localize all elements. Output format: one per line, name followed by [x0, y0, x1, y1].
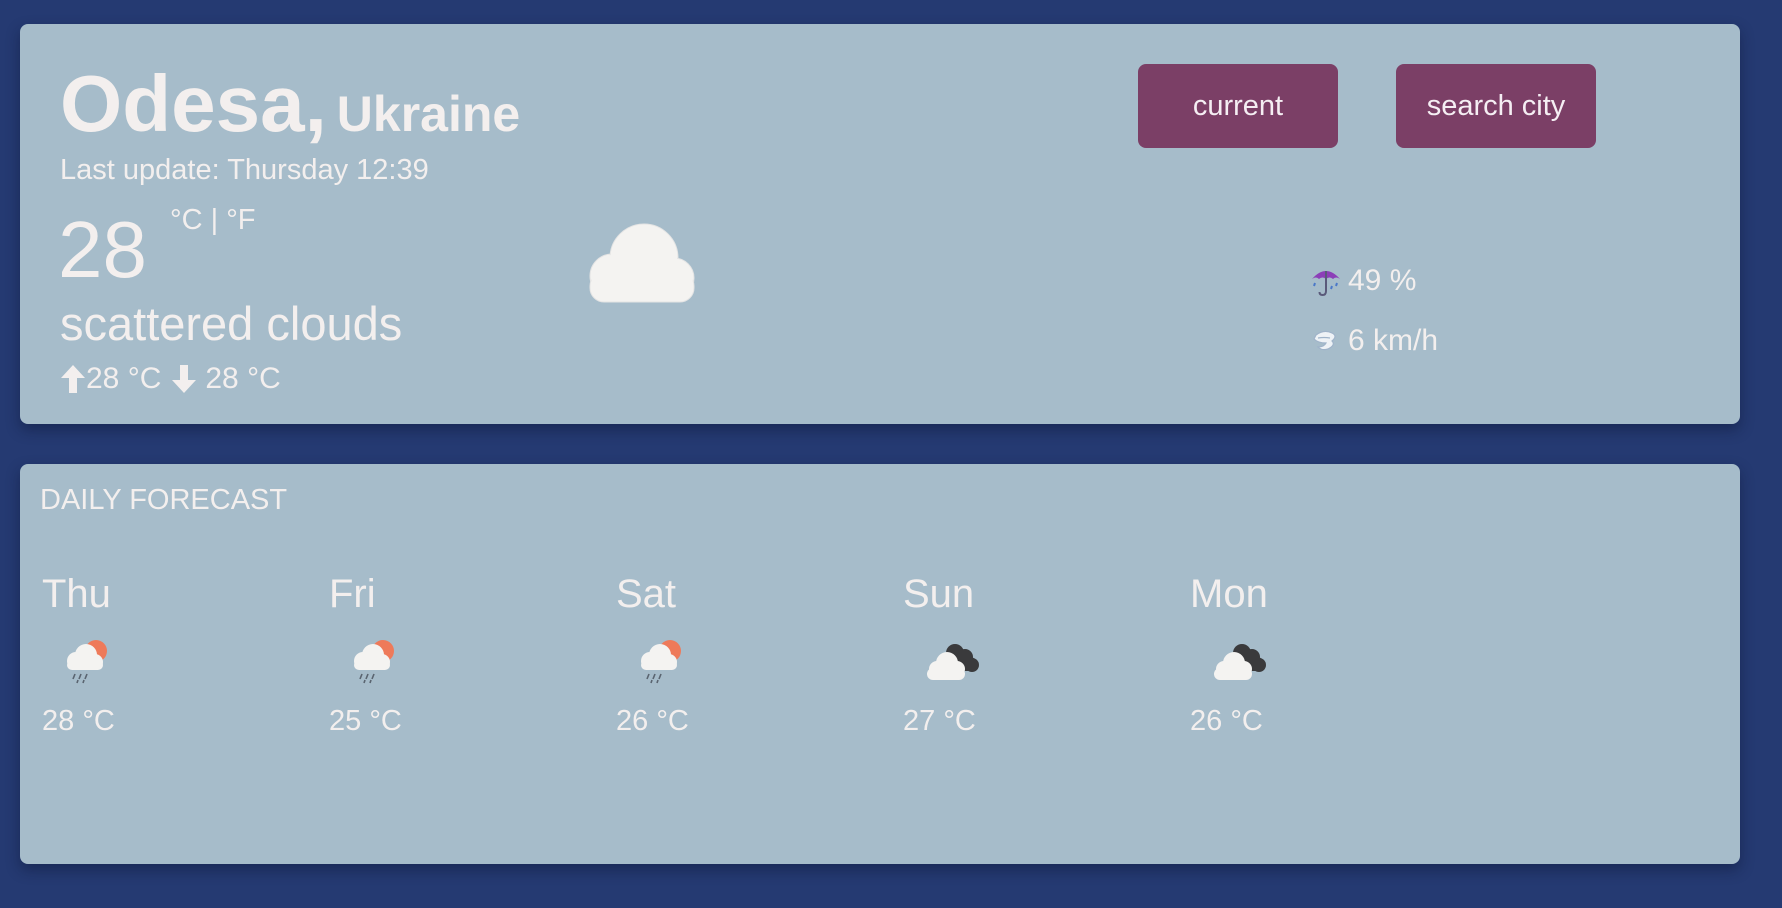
forecast-day-name: Thu [42, 572, 111, 616]
sun-rain-cloud-icon [347, 635, 529, 691]
forecast-day: Thu 28 °C [42, 572, 242, 738]
forecast-day-name: Sun [903, 572, 975, 616]
weather-description: scattered clouds [60, 297, 403, 350]
forecast-day-temperature: 27 °C [903, 705, 976, 737]
forecast-day-temperature: 25 °C [329, 705, 402, 737]
city-name: Odesa, [60, 59, 327, 148]
last-update-value: Thursday 12:39 [227, 154, 429, 186]
current-weather-card: Odesa, Ukraine Last update: Thursday 12:3… [20, 24, 1740, 424]
forecast-day-name: Sat [616, 572, 677, 616]
daily-forecast-card: DAILY FORECAST Thu 28 °C Fri 25 °C Sat 2… [20, 464, 1740, 864]
country-name: Ukraine [336, 86, 521, 142]
last-update: Last update: Thursday 12:39 [60, 154, 429, 187]
forecast-day-name: Fri [329, 572, 376, 616]
forecast-day: Fri 25 °C [329, 572, 529, 738]
forecast-day-temperature: 28 °C [42, 705, 115, 737]
forecast-day: Sat 26 °C [616, 572, 816, 738]
location-title: Odesa, Ukraine [60, 58, 520, 150]
broken-clouds-icon [921, 635, 1103, 691]
forecast-day-temperature: 26 °C [616, 705, 689, 737]
sun-rain-cloud-icon [634, 635, 816, 691]
wind-value: 6 km/h [1348, 324, 1439, 357]
last-update-label: Last update: [60, 154, 220, 186]
sun-rain-cloud-icon [60, 635, 242, 691]
min-max-temperature: 28 °C 28 °C [60, 362, 281, 396]
forecast-day-name: Mon [1190, 572, 1268, 616]
min-temperature: 28 °C [205, 362, 281, 395]
wind-icon [1313, 330, 1336, 351]
forecast-day: Mon 26 °C [1190, 572, 1390, 738]
forecast-title: DAILY FORECAST [40, 484, 288, 516]
precipitation: 49 % [1310, 264, 1416, 298]
unit-toggle[interactable]: °C | °F [170, 204, 256, 237]
arrow-down-icon [172, 365, 197, 393]
umbrella-icon [1312, 271, 1340, 297]
arrow-up-icon [61, 365, 85, 393]
forecast-day-temperature: 26 °C [1190, 705, 1263, 737]
cloud-icon [576, 220, 700, 309]
forecast-day: Sun 27 °C [903, 572, 1103, 738]
search-city-button[interactable]: search city [1396, 64, 1596, 148]
current-temperature: 28 [58, 205, 147, 294]
broken-clouds-icon [1208, 635, 1390, 691]
current-location-button[interactable]: current [1138, 64, 1338, 148]
precipitation-value: 49 % [1348, 264, 1417, 297]
wind: 6 km/h [1310, 324, 1438, 358]
max-temperature: 28 °C [86, 362, 162, 395]
